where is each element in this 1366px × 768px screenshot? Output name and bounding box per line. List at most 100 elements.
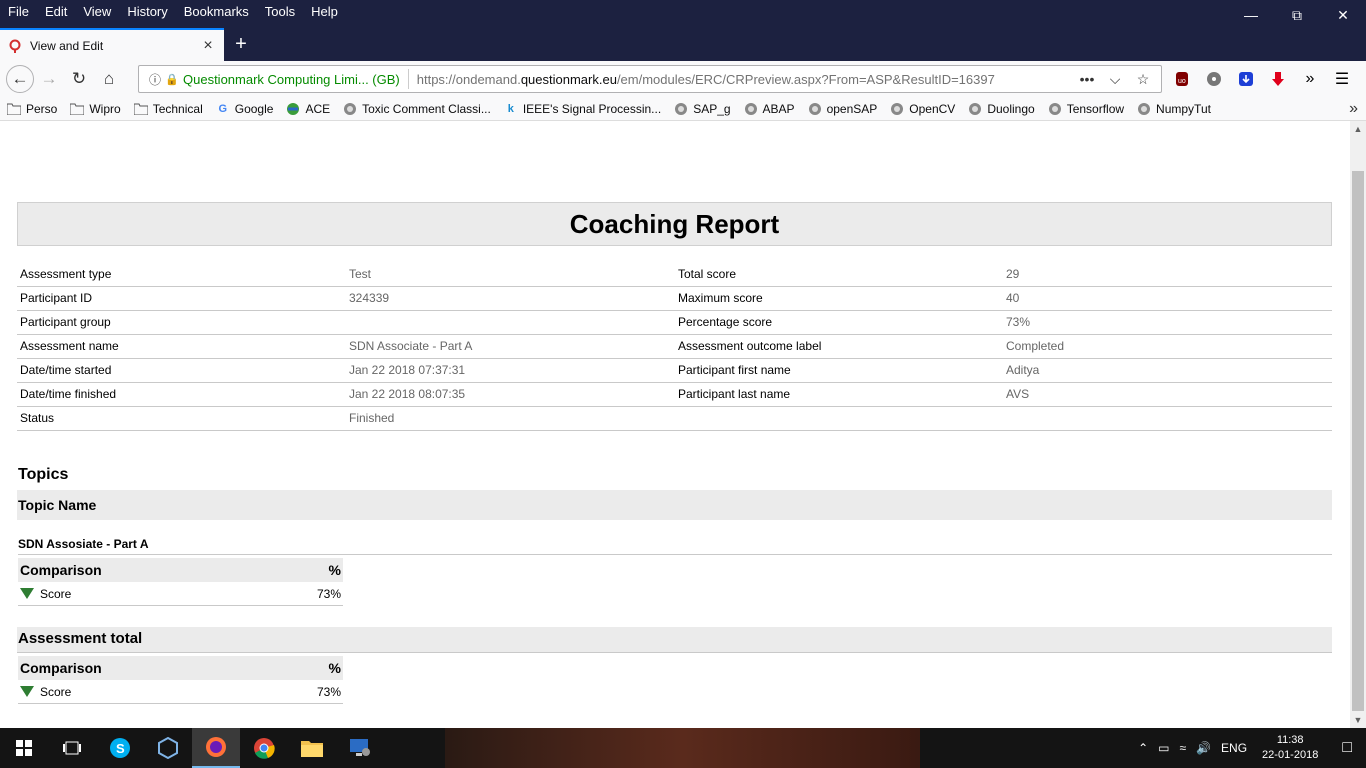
download-arrow-icon[interactable] xyxy=(1262,63,1294,95)
pocket-icon[interactable]: ⌵ xyxy=(1101,71,1129,88)
tab-strip: View and Edit × + xyxy=(0,24,1366,61)
menu-tools[interactable]: Tools xyxy=(257,0,303,24)
bookmark-label: IEEE's Signal Processin... xyxy=(522,101,662,116)
url-prefix: https://ondemand. xyxy=(416,71,521,87)
scrollbar-thumb[interactable] xyxy=(1352,171,1364,711)
ublock-icon[interactable]: uo xyxy=(1166,63,1198,95)
page-actions-menu-icon[interactable]: ••• xyxy=(1073,71,1101,87)
home-icon[interactable]: ⌂ xyxy=(94,64,124,94)
site-identity[interactable]: Questionmark Computing Limi... (GB) xyxy=(183,72,400,87)
web-icon xyxy=(743,102,759,116)
bookmark-opencv[interactable]: OpenCV xyxy=(883,102,961,116)
new-tab-icon[interactable]: + xyxy=(230,28,252,61)
web-icon xyxy=(967,102,983,116)
menu-view[interactable]: View xyxy=(75,0,119,24)
info-label: Date/time finished xyxy=(17,382,346,407)
bookmark-sap-g[interactable]: SAP_g xyxy=(667,102,736,116)
vertical-scrollbar[interactable]: ▲ ▼ xyxy=(1350,121,1366,728)
table-row: Status Finished xyxy=(17,406,1332,431)
bookmark-star-icon[interactable]: ☆ xyxy=(1129,71,1157,88)
table-row: Participant ID 324339 Maximum score 40 xyxy=(17,286,1332,311)
google-icon: G xyxy=(218,102,228,115)
bookmark-wipro[interactable]: Wipro xyxy=(63,102,126,116)
folder-icon xyxy=(6,102,22,116)
bookmark-google[interactable]: G Google xyxy=(209,102,280,116)
info-value: Jan 22 2018 07:37:31 xyxy=(346,358,675,383)
tray-overflow-icon[interactable]: ⌃ xyxy=(1133,741,1153,755)
close-tab-icon[interactable]: × xyxy=(200,37,216,55)
bookmark-technical[interactable]: Technical xyxy=(127,102,209,116)
reel-extension-icon[interactable] xyxy=(1198,63,1230,95)
forward-icon[interactable]: → xyxy=(34,64,64,94)
tab-view-and-edit[interactable]: View and Edit × xyxy=(0,28,224,61)
bookmark-ieee[interactable]: k IEEE's Signal Processin... xyxy=(497,102,667,116)
menu-history[interactable]: History xyxy=(119,0,175,24)
info-label: Participant group xyxy=(17,310,346,335)
file-explorer-icon[interactable] xyxy=(288,728,336,768)
percent-label: % xyxy=(328,562,341,578)
bookmark-abap[interactable]: ABAP xyxy=(737,102,801,116)
info-label: Date/time started xyxy=(17,358,346,383)
menu-file[interactable]: File xyxy=(0,0,37,24)
task-view-icon[interactable] xyxy=(48,728,96,768)
bookmark-duolingo[interactable]: Duolingo xyxy=(961,102,1040,116)
info-label: Status xyxy=(17,406,346,431)
download-helper-icon[interactable] xyxy=(1230,63,1262,95)
clock-time: 11:38 xyxy=(1276,734,1304,746)
bookmarks-overflow-icon[interactable]: » xyxy=(1349,97,1358,121)
topic-comparison-table: Comparison % Score 73% xyxy=(18,558,343,606)
overflow-chevron-icon[interactable]: » xyxy=(1294,63,1326,95)
comparison-header: Comparison % xyxy=(18,558,343,582)
clock[interactable]: 11:38 22-01-2018 xyxy=(1252,733,1328,763)
skype-icon[interactable]: S xyxy=(96,728,144,768)
bookmark-tensorflow[interactable]: Tensorflow xyxy=(1041,102,1130,116)
score-value: 73% xyxy=(316,684,341,699)
score-label: Score xyxy=(40,684,72,699)
menu-bookmarks[interactable]: Bookmarks xyxy=(176,0,257,24)
down-triangle-icon xyxy=(20,588,34,599)
tab-title: View and Edit xyxy=(30,38,104,53)
volume-icon[interactable]: 🔊 xyxy=(1191,741,1216,755)
info-label: Assessment outcome label xyxy=(675,334,1003,359)
virtualbox-icon[interactable] xyxy=(144,728,192,768)
firefox-icon[interactable] xyxy=(192,728,240,768)
topic-name: SDN Assosiate - Part A xyxy=(18,537,1332,555)
table-row: Assessment name SDN Associate - Part A A… xyxy=(17,334,1332,359)
wifi-icon[interactable]: ≈ xyxy=(1174,741,1191,755)
taskbar: S ⌃ ▭ ≈ 🔊 ENG 11:38 22-01-2018 □ xyxy=(0,728,1366,768)
scroll-down-icon[interactable]: ▼ xyxy=(1350,712,1366,728)
site-info-icon[interactable]: ⓘ xyxy=(145,71,165,88)
notifications-icon[interactable]: □ xyxy=(1328,739,1366,757)
info-value: 40 xyxy=(1003,286,1332,311)
scroll-up-icon[interactable]: ▲ xyxy=(1350,121,1366,137)
bookmark-opensap[interactable]: openSAP xyxy=(801,102,884,116)
url-text[interactable]: https://ondemand.questionmark.eu/em/modu… xyxy=(417,72,1073,87)
language-indicator[interactable]: ENG xyxy=(1216,741,1252,755)
bookmark-numpytut[interactable]: NumpyTut xyxy=(1130,102,1217,116)
bookmark-perso[interactable]: Perso xyxy=(0,102,63,116)
table-row: Participant group Percentage score 73% xyxy=(17,310,1332,335)
info-value: Completed xyxy=(1003,334,1332,359)
info-label: Participant first name xyxy=(675,358,1003,383)
back-icon[interactable]: ← xyxy=(6,65,34,93)
info-value: Aditya xyxy=(1003,358,1332,383)
hamburger-menu-icon[interactable]: ☰ xyxy=(1326,63,1358,95)
info-value: 324339 xyxy=(346,286,675,311)
battery-icon[interactable]: ▭ xyxy=(1153,741,1174,755)
info-value xyxy=(1003,406,1332,431)
windows-start-icon[interactable] xyxy=(0,728,48,768)
bookmark-toxic-comment[interactable]: Toxic Comment Classi... xyxy=(336,102,497,116)
assessment-info-table: Assessment type Test Total score 29 Part… xyxy=(17,262,1332,431)
bookmark-ace[interactable]: ACE xyxy=(279,102,336,116)
web-icon xyxy=(1136,102,1152,116)
menu-edit[interactable]: Edit xyxy=(37,0,75,24)
url-bar[interactable]: ⓘ 🔒 Questionmark Computing Limi... (GB) … xyxy=(138,65,1162,93)
menu-help[interactable]: Help xyxy=(303,0,346,24)
svg-text:uo: uo xyxy=(1178,78,1186,85)
info-label: Assessment type xyxy=(17,262,346,287)
reload-icon[interactable]: ↻ xyxy=(64,64,94,94)
info-value: Jan 22 2018 08:07:35 xyxy=(346,382,675,407)
remote-desktop-icon[interactable] xyxy=(336,728,384,768)
chrome-icon[interactable] xyxy=(240,728,288,768)
bookmarks-toolbar: Perso Wipro Technical G Google ACE Toxic … xyxy=(0,97,1366,121)
